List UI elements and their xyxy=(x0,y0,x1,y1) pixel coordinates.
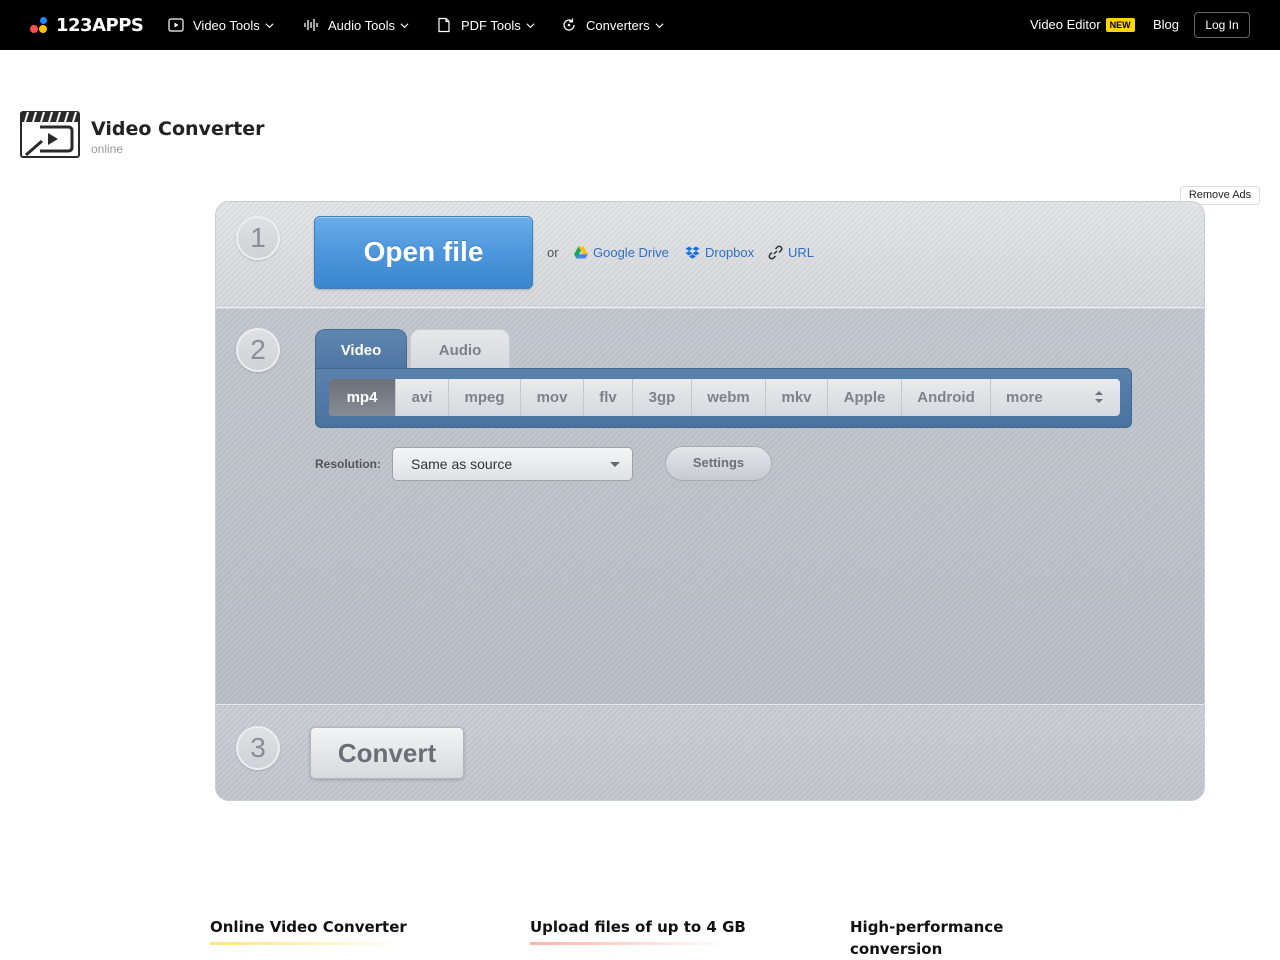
settings-button[interactable]: Settings xyxy=(665,446,772,481)
format-avi[interactable]: avi xyxy=(396,379,449,416)
open-file-button[interactable]: Open file xyxy=(314,216,533,289)
google-drive-link[interactable]: Google Drive xyxy=(574,245,669,260)
nav-pdf-tools[interactable]: PDF Tools xyxy=(436,16,535,34)
url-label: URL xyxy=(788,245,815,260)
format-list: mp4 avi mpeg mov flv 3gp webm mkv Apple … xyxy=(329,379,1120,416)
page-title: Video Converter xyxy=(91,118,265,140)
feature-title: Online Video Converter xyxy=(210,918,407,936)
format-more-dropdown[interactable]: more xyxy=(991,379,1120,416)
format-mpeg[interactable]: mpeg xyxy=(449,379,521,416)
nav-converters[interactable]: Converters xyxy=(561,16,664,34)
feature-underline xyxy=(530,942,730,945)
dropbox-icon xyxy=(685,246,700,259)
audio-wave-icon xyxy=(304,19,318,31)
format-android[interactable]: Android xyxy=(902,379,991,416)
step-number-1: 1 xyxy=(236,216,280,260)
page-subtitle: online xyxy=(91,142,124,156)
nav-video-tools-label: Video Tools xyxy=(193,17,260,33)
nav-audio-tools[interactable]: Audio Tools xyxy=(303,16,409,34)
tab-audio[interactable]: Audio xyxy=(410,329,510,369)
format-more-label: more xyxy=(1006,389,1043,406)
feature-underline xyxy=(210,942,410,945)
google-drive-icon xyxy=(574,246,588,259)
nav-audio-tools-label: Audio Tools xyxy=(328,17,395,33)
login-button[interactable]: Log In xyxy=(1194,12,1250,38)
dropbox-label: Dropbox xyxy=(705,245,755,260)
logo[interactable]: 123APPS xyxy=(30,14,144,36)
chevron-down-icon xyxy=(655,22,664,28)
nav-converters-label: Converters xyxy=(586,17,650,33)
format-mp4[interactable]: mp4 xyxy=(329,379,396,416)
nav-blog[interactable]: Blog xyxy=(1153,17,1179,32)
format-flv[interactable]: flv xyxy=(584,379,633,416)
feature-upload-size: Upload files of up to 4 GB xyxy=(530,916,760,945)
format-mkv[interactable]: mkv xyxy=(766,379,828,416)
caret-down-icon xyxy=(610,462,620,467)
refresh-icon xyxy=(563,18,575,31)
video-converter-logo-icon xyxy=(20,111,80,158)
link-icon xyxy=(768,245,783,260)
format-3gp[interactable]: 3gp xyxy=(633,379,692,416)
chevron-down-icon xyxy=(526,22,535,28)
dropbox-link[interactable]: Dropbox xyxy=(685,245,754,260)
google-drive-label: Google Drive xyxy=(593,245,669,260)
nav-video-editor[interactable]: Video Editor NEW xyxy=(1030,17,1135,32)
feature-title: Upload files of up to 4 GB xyxy=(530,918,746,936)
or-label: or xyxy=(547,245,559,260)
step-2-section: 2 Video Audio mp4 avi mpeg mov flv 3gp w… xyxy=(216,309,1204,705)
up-down-arrows-icon xyxy=(1095,391,1103,403)
nav-video-editor-label: Video Editor xyxy=(1030,17,1101,32)
convert-button[interactable]: Convert xyxy=(310,727,464,779)
play-circle-icon xyxy=(168,18,184,32)
url-link[interactable]: URL xyxy=(768,245,814,260)
logo-text: 123APPS xyxy=(56,14,144,36)
feature-title: High-performance conversion xyxy=(850,918,1004,958)
tab-video[interactable]: Video xyxy=(315,329,407,369)
converter-panel: 1 Open file or Google Drive Dropbox URL xyxy=(215,201,1205,801)
format-webm[interactable]: webm xyxy=(692,379,766,416)
resolution-value: Same as source xyxy=(411,456,513,472)
step-number-2: 2 xyxy=(236,328,280,372)
format-mov[interactable]: mov xyxy=(521,379,584,416)
step-number-3: 3 xyxy=(236,726,280,770)
format-apple[interactable]: Apple xyxy=(828,379,902,416)
resolution-label: Resolution: xyxy=(315,457,381,471)
feature-online-converter: Online Video Converter xyxy=(210,916,430,945)
step-3-section: 3 Convert xyxy=(216,706,1204,800)
logo-dots-icon xyxy=(30,16,48,34)
nav-pdf-tools-label: PDF Tools xyxy=(461,17,521,33)
resolution-select[interactable]: Same as source xyxy=(392,447,633,481)
feature-high-performance: High-performance conversion xyxy=(850,916,1040,960)
top-navigation-bar: 123APPS Video Tools Audio Tools PDF Tool… xyxy=(0,0,1280,50)
format-bar: mp4 avi mpeg mov flv 3gp webm mkv Apple … xyxy=(315,368,1132,428)
chevron-down-icon xyxy=(265,22,274,28)
new-badge: NEW xyxy=(1105,17,1135,32)
chevron-down-icon xyxy=(400,22,409,28)
nav-video-tools[interactable]: Video Tools xyxy=(168,16,274,34)
step-1-section: 1 Open file or Google Drive Dropbox URL xyxy=(216,202,1204,308)
document-icon xyxy=(438,17,450,33)
